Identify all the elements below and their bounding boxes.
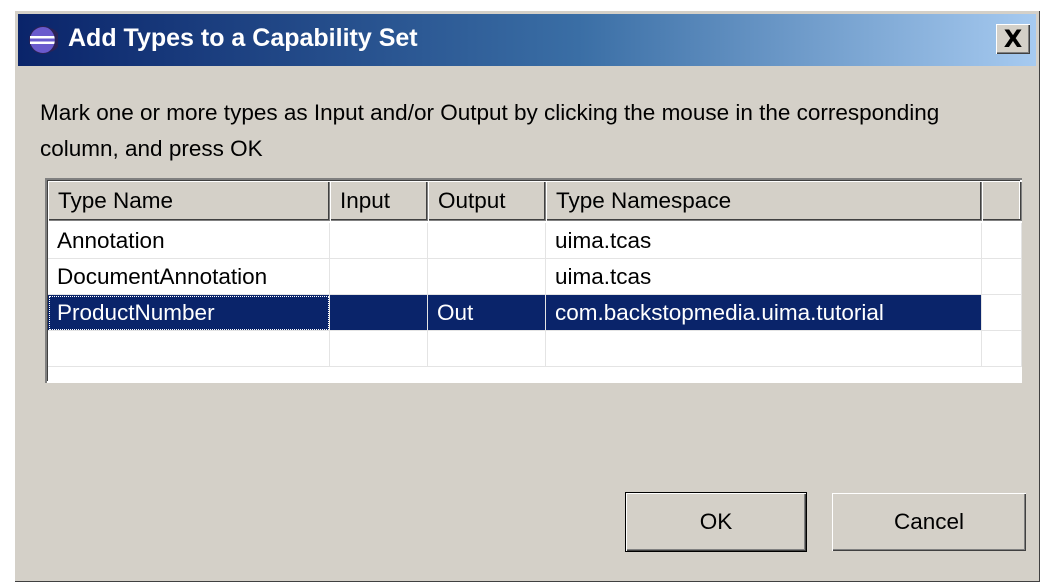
- input-cell[interactable]: [330, 223, 428, 259]
- table-row[interactable]: DocumentAnnotation uima.tcas: [48, 259, 1022, 295]
- types-table[interactable]: Type Name Input Output Type Namespace An…: [45, 178, 1022, 383]
- type-name-cell[interactable]: Annotation: [48, 223, 330, 259]
- table-row[interactable]: Annotation uima.tcas: [48, 223, 1022, 259]
- title-bar[interactable]: Add Types to a Capability Set X: [18, 14, 1036, 66]
- close-button[interactable]: X: [996, 24, 1030, 54]
- eclipse-icon: [29, 26, 58, 54]
- filler-cell: [982, 259, 1022, 295]
- input-cell[interactable]: [330, 259, 428, 295]
- output-cell[interactable]: [428, 223, 546, 259]
- output-cell[interactable]: Out: [428, 295, 546, 331]
- dialog-title: Add Types to a Capability Set: [68, 24, 418, 52]
- column-header-output[interactable]: Output: [428, 181, 546, 221]
- input-cell[interactable]: [330, 295, 428, 331]
- output-cell[interactable]: [428, 259, 546, 295]
- table-row-empty[interactable]: [48, 331, 1022, 367]
- type-namespace-cell[interactable]: uima.tcas: [546, 259, 982, 295]
- instructions-text: Mark one or more types as Input and/or O…: [40, 100, 940, 161]
- type-namespace-cell[interactable]: com.backstopmedia.uima.tutorial: [546, 295, 982, 331]
- type-name-cell[interactable]: [48, 331, 330, 367]
- ok-button[interactable]: OK: [626, 493, 806, 551]
- column-header-type-name[interactable]: Type Name: [48, 181, 330, 221]
- type-namespace-cell[interactable]: uima.tcas: [546, 223, 982, 259]
- column-header-input[interactable]: Input: [330, 181, 428, 221]
- filler-cell: [982, 295, 1022, 331]
- column-header-filler: [982, 181, 1022, 221]
- filler-cell: [982, 331, 1022, 367]
- column-header-type-namespace[interactable]: Type Namespace: [546, 181, 982, 221]
- table-header: Type Name Input Output Type Namespace: [48, 181, 1019, 221]
- add-types-dialog: Add Types to a Capability Set X Mark one…: [14, 10, 1040, 582]
- output-cell[interactable]: [428, 331, 546, 367]
- type-namespace-cell[interactable]: [546, 331, 982, 367]
- type-name-cell[interactable]: DocumentAnnotation: [48, 259, 330, 295]
- filler-cell: [982, 223, 1022, 259]
- cancel-button[interactable]: Cancel: [832, 493, 1026, 551]
- input-cell[interactable]: [330, 331, 428, 367]
- table-row-selected[interactable]: ProductNumber Out com.backstopmedia.uima…: [48, 295, 1022, 331]
- type-name-cell[interactable]: ProductNumber: [48, 295, 330, 331]
